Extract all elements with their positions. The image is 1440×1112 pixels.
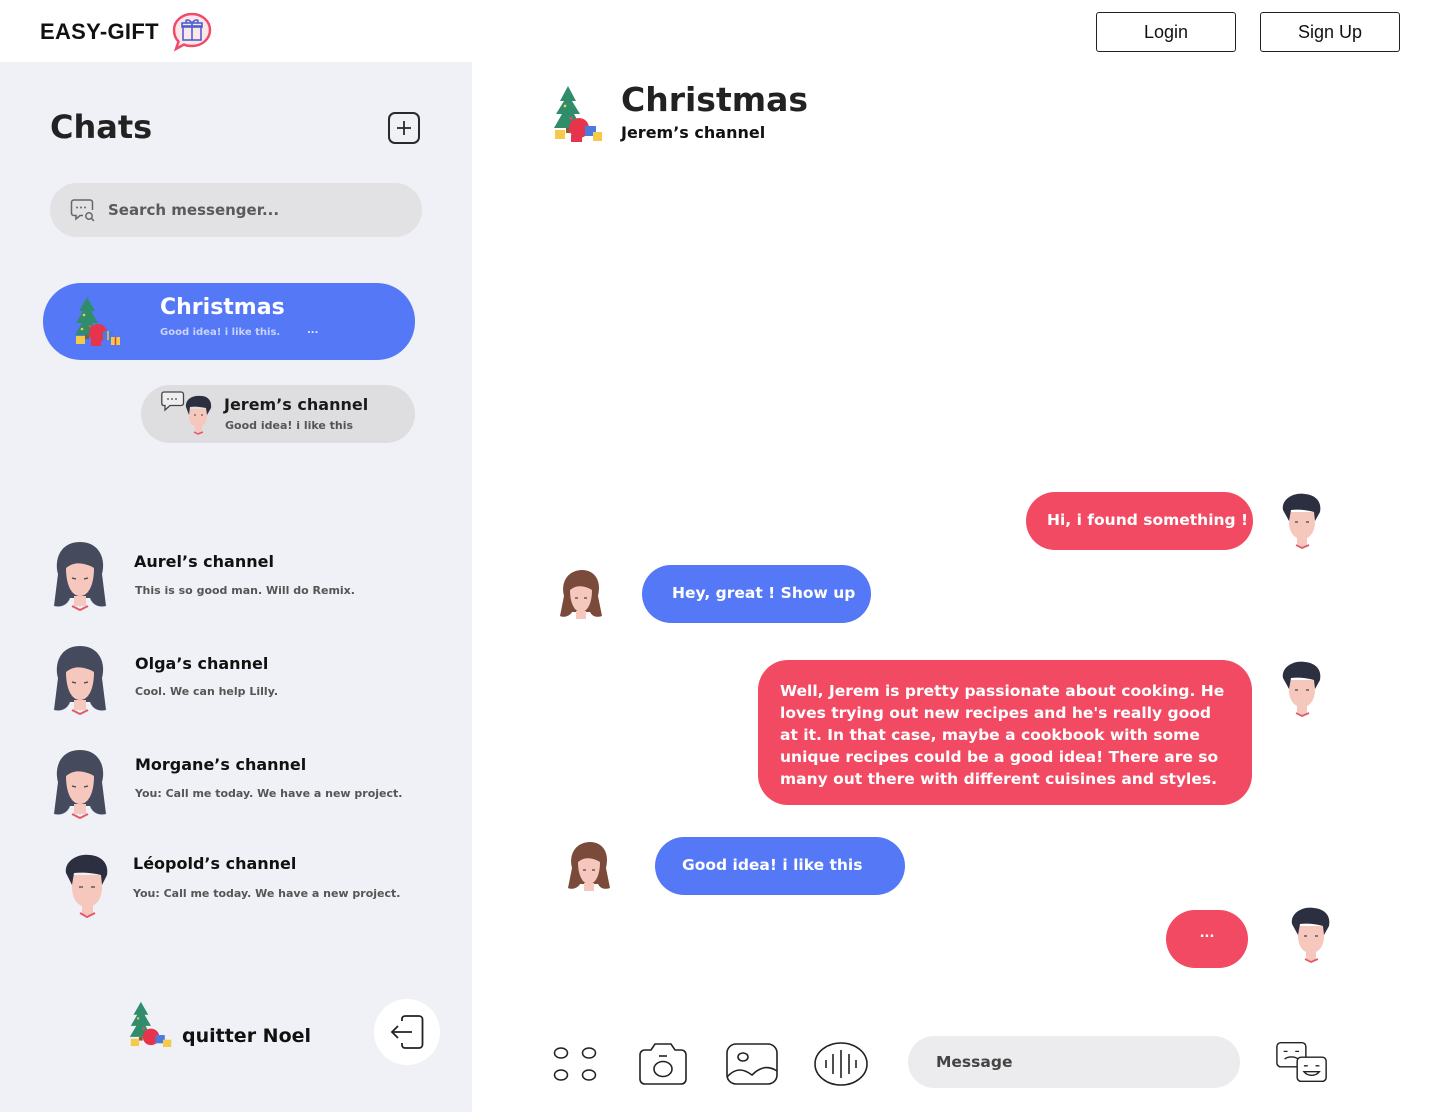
- woman-avatar: [568, 842, 610, 891]
- conversation-panel: Christmas Jerem’s channel Hi, i found so…: [472, 62, 1440, 1112]
- current-user: quitter Noel: [128, 998, 311, 1050]
- camera-icon: [639, 1043, 687, 1085]
- christmas-tree-icon: [129, 1001, 172, 1047]
- gift-chat-logo-icon: [172, 12, 212, 52]
- apps-icon: [553, 1047, 597, 1081]
- message-text: Hey, great ! Show up: [672, 584, 856, 602]
- christmas-tree-icon: [554, 86, 602, 142]
- gallery-button[interactable]: [724, 1038, 780, 1090]
- chat-name: Morgane’s channel: [135, 755, 307, 774]
- chat-name: Léopold’s channel: [133, 854, 297, 873]
- sidebar-title: Chats: [50, 108, 153, 146]
- chat-preview: You: Call me today. We have a new projec…: [135, 787, 403, 800]
- chat-preview: This is so good man. Will do Remix.: [135, 584, 355, 597]
- chat-preview: Good idea! i like this.: [160, 327, 281, 338]
- signup-button[interactable]: Sign Up: [1260, 12, 1400, 52]
- man-avatar: [1291, 907, 1330, 963]
- chat-name: Aurel’s channel: [134, 552, 274, 571]
- sidebar: Chats Christmas Good idea! i like this.: [0, 62, 472, 1112]
- message-field: [908, 1036, 1240, 1088]
- man-avatar: [1282, 661, 1321, 717]
- chat-preview: Cool. We can help Lilly.: [135, 685, 279, 698]
- message-text: ...: [1199, 926, 1215, 941]
- camera-button[interactable]: [635, 1038, 691, 1090]
- plus-icon: [397, 121, 411, 135]
- woman-avatar: [54, 542, 106, 612]
- man-avatar: [185, 395, 212, 435]
- logout-button[interactable]: [374, 999, 440, 1065]
- new-chat-button[interactable]: [388, 112, 420, 144]
- message-bubble-outgoing: Hi, i found something !: [1026, 492, 1253, 550]
- logout-icon: [390, 1015, 424, 1049]
- man-avatar: [1282, 493, 1321, 549]
- message-input[interactable]: [936, 1053, 1216, 1071]
- message-text: Hi, i found something !: [1047, 511, 1249, 529]
- search-input[interactable]: [108, 201, 388, 219]
- chat-item-jerem-channel[interactable]: Jerem’s channel Good idea! i like this: [141, 385, 415, 443]
- brand[interactable]: EASY-GIFT: [40, 12, 213, 52]
- chat-preview: Good idea! i like this: [225, 419, 354, 432]
- message-text: Good idea! i like this: [682, 856, 863, 874]
- message-bubble-outgoing: Well, Jerem is pretty passionate about c…: [758, 660, 1252, 805]
- woman-avatar: [54, 646, 106, 716]
- chat-name: Olga’s channel: [135, 654, 269, 673]
- quit-label: quitter Noel: [182, 1025, 312, 1047]
- woman-avatar: [560, 570, 602, 619]
- christmas-tree-icon: [75, 297, 120, 346]
- chat-name: Christmas: [160, 295, 285, 320]
- chat-item-leopold[interactable]: Léopold’s channel You: Call me today. We…: [48, 848, 448, 926]
- chat-item-christmas-active[interactable]: Christmas Good idea! i like this. ...: [43, 283, 415, 360]
- message-text: Well, Jerem is pretty passionate about c…: [780, 682, 1225, 788]
- more-indicator: ...: [307, 325, 319, 336]
- search-bar: [50, 183, 422, 237]
- message-bubble-incoming: Good idea! i like this: [655, 837, 905, 895]
- conversation-subtitle: Jerem’s channel: [621, 123, 766, 142]
- chat-preview: You: Call me today. We have a new projec…: [133, 887, 401, 900]
- chat-item-morgane[interactable]: Morgane’s channel You: Call me today. We…: [48, 746, 448, 824]
- typing-indicator: ...: [1166, 910, 1248, 968]
- chat-item-aurel[interactable]: Aurel’s channel This is so good man. Wil…: [48, 538, 448, 616]
- man-avatar: [65, 854, 108, 919]
- search-chat-icon: [70, 199, 95, 222]
- chat-name: Jerem’s channel: [224, 395, 369, 414]
- apps-button[interactable]: [547, 1038, 603, 1090]
- chat-item-olga[interactable]: Olga’s channel Cool. We can help Lilly.: [48, 642, 448, 720]
- message-bubble-incoming: Hey, great ! Show up: [642, 565, 871, 623]
- voice-button[interactable]: [813, 1038, 869, 1090]
- login-button[interactable]: Login: [1096, 12, 1236, 52]
- voice-icon: [814, 1042, 868, 1086]
- brand-name: EASY-GIFT: [40, 19, 159, 44]
- conversation-title: Christmas: [621, 80, 809, 119]
- emoji-button[interactable]: [1274, 1036, 1330, 1088]
- woman-avatar: [54, 750, 106, 820]
- emoji-icon: [1276, 1041, 1327, 1083]
- top-bar: EASY-GIFT Login Sign Up: [0, 0, 1440, 62]
- image-icon: [726, 1043, 778, 1085]
